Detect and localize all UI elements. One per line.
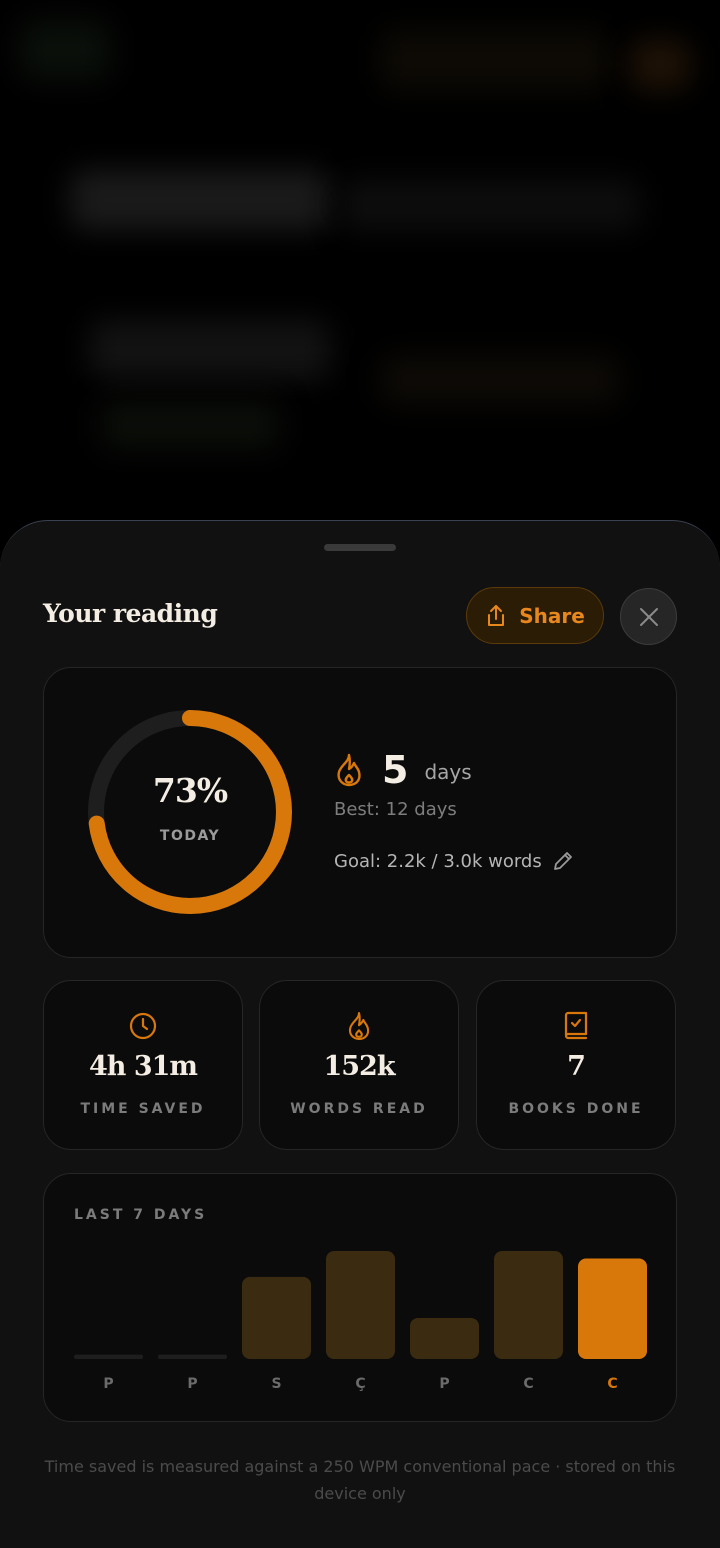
bar-day-4	[326, 1251, 395, 1359]
progress-ring	[88, 710, 292, 914]
book-check-icon	[563, 1011, 589, 1041]
bar-day-6	[494, 1251, 563, 1359]
clock-icon	[128, 1011, 158, 1041]
flame-icon	[334, 753, 364, 787]
stat-card-time-saved: 4h 31m TIME SAVED	[43, 980, 243, 1150]
last-7-days-chart-card: LAST 7 DAYS PPSÇPCC	[43, 1173, 677, 1422]
progress-percent: 73%	[152, 771, 228, 810]
day-label-3: S	[271, 1376, 281, 1392]
bar-day-5	[410, 1317, 479, 1359]
words-read-label: WORDS READ	[290, 1101, 428, 1117]
day-label-6: C	[523, 1376, 533, 1392]
daily-progress-card: 73% TODAY 5 days Best: 12 days Goal: 2.2…	[43, 667, 677, 958]
books-done-value: 7	[567, 1051, 586, 1082]
streak-row: 5 days	[334, 748, 472, 792]
close-icon	[639, 607, 659, 627]
day-label-7: C	[607, 1376, 617, 1392]
drag-handle[interactable]	[324, 544, 396, 551]
edit-pencil-icon[interactable]	[552, 850, 574, 872]
streak-unit: days	[424, 760, 472, 784]
streak-count: 5	[382, 748, 409, 792]
reading-stats-sheet: Your reading Share 73% TODAY 5 days Best…	[0, 520, 720, 1548]
time-saved-value: 4h 31m	[89, 1051, 198, 1082]
sheet-title: Your reading	[43, 599, 218, 628]
stat-card-books-done: 7 BOOKS DONE	[476, 980, 676, 1150]
bar-day-3	[242, 1276, 311, 1359]
day-label-2: P	[187, 1376, 197, 1392]
close-button[interactable]	[620, 588, 677, 645]
bar-day-2	[158, 1354, 227, 1359]
flame-icon	[346, 1011, 372, 1041]
time-saved-label: TIME SAVED	[80, 1101, 206, 1117]
books-done-label: BOOKS DONE	[508, 1101, 644, 1117]
day-label-1: P	[103, 1376, 113, 1392]
share-label: Share	[519, 603, 585, 628]
words-read-value: 152k	[323, 1051, 395, 1082]
share-button[interactable]: Share	[466, 587, 604, 644]
goal-text: Goal: 2.2k / 3.0k words	[334, 850, 542, 872]
blurred-background	[0, 0, 720, 520]
bar-day-1	[74, 1354, 143, 1359]
bar-chart: PPSÇPCC	[74, 1251, 647, 1392]
stat-card-words-read: 152k WORDS READ	[259, 980, 459, 1150]
day-label-4: Ç	[355, 1376, 365, 1392]
day-label-5: P	[439, 1376, 449, 1392]
goal-row[interactable]: Goal: 2.2k / 3.0k words	[334, 850, 574, 872]
best-streak: Best: 12 days	[334, 799, 457, 820]
footnote: Time saved is measured against a 250 WPM…	[44, 1457, 676, 1503]
bar-day-7	[578, 1258, 647, 1359]
share-icon	[485, 604, 507, 628]
progress-caption: TODAY	[159, 828, 221, 844]
